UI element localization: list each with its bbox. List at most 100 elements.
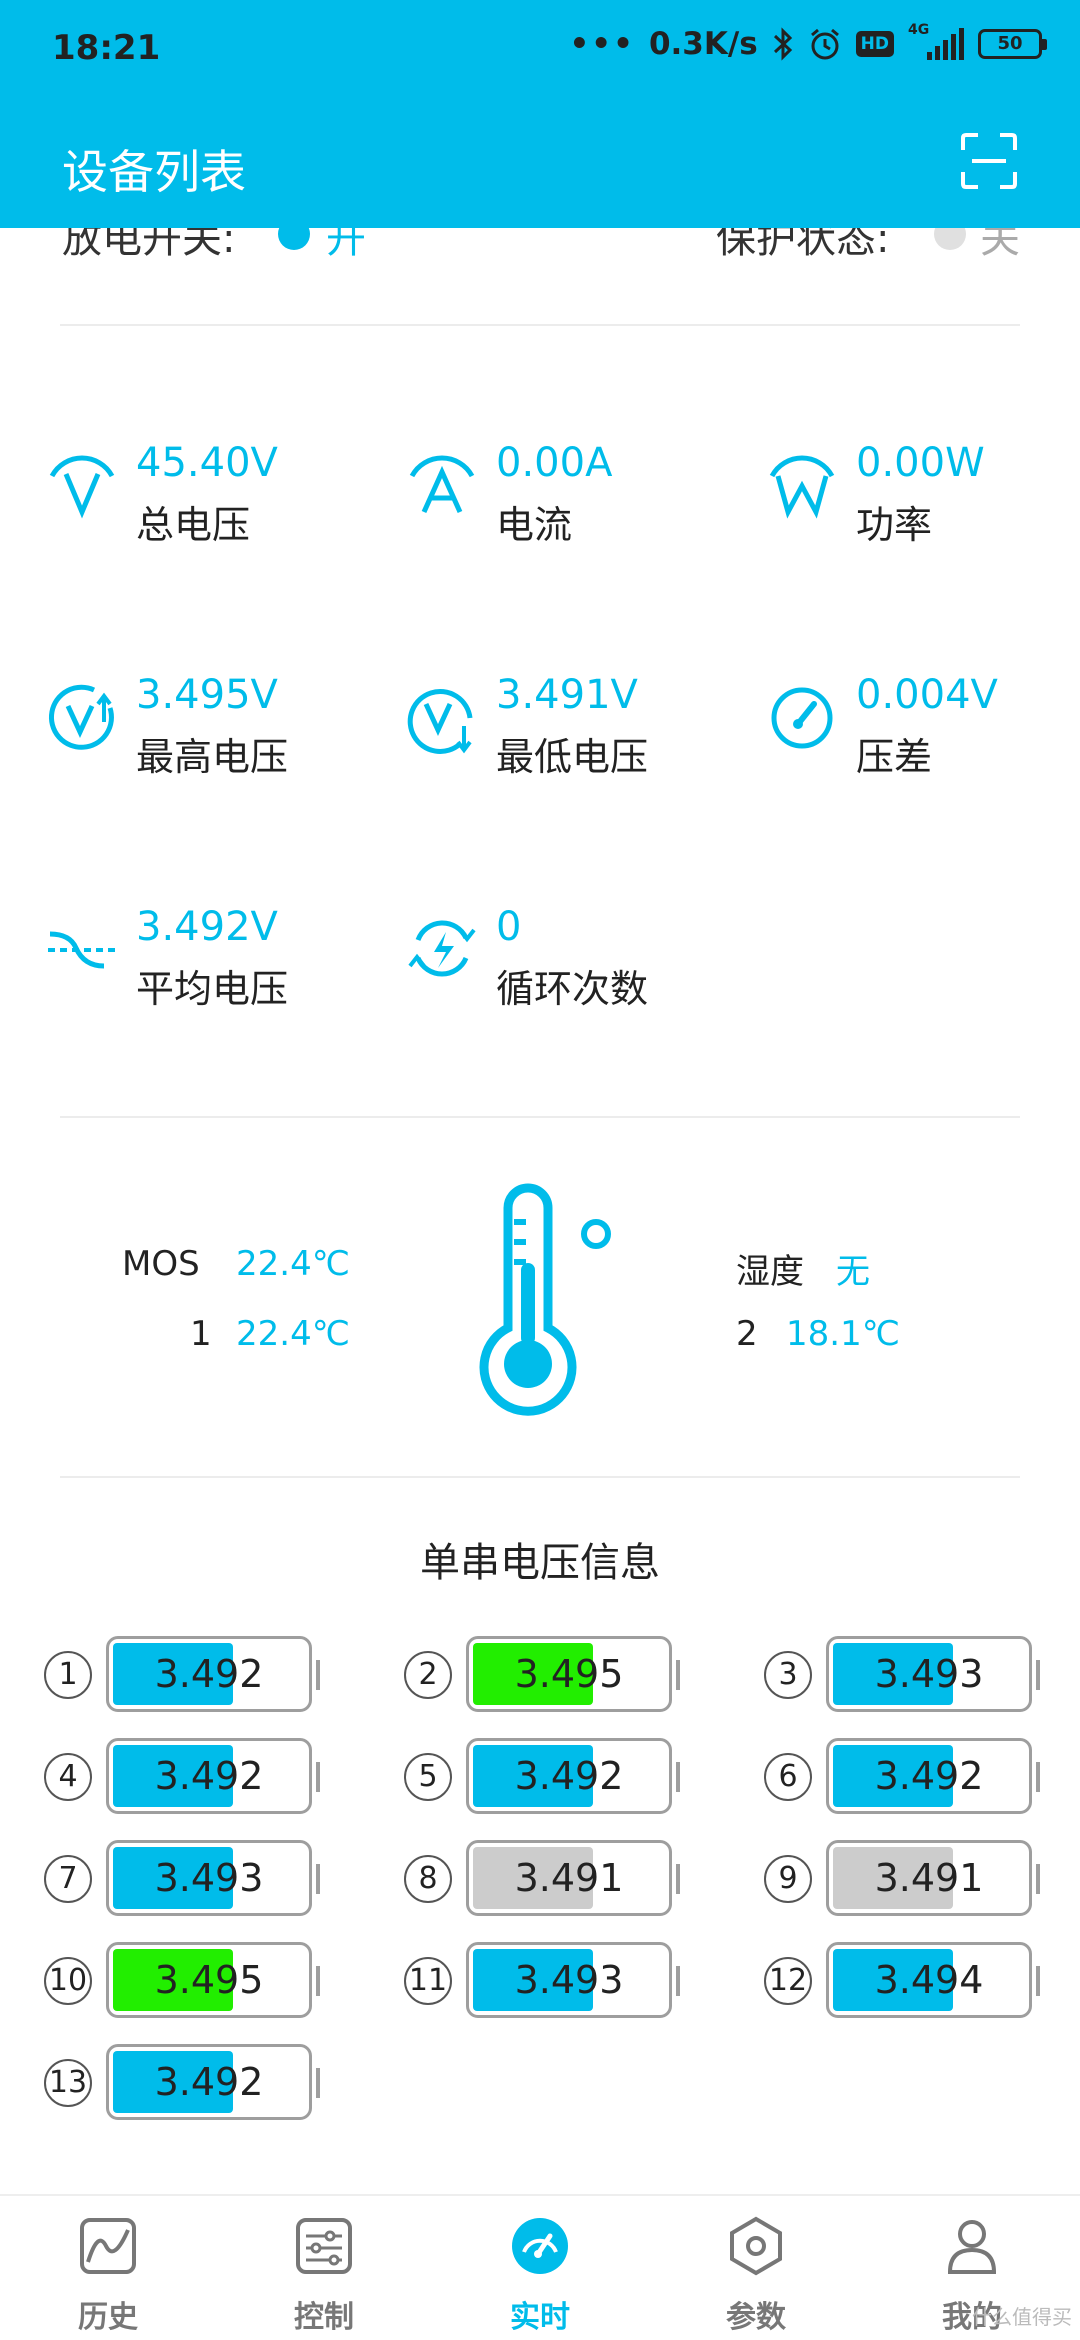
watermark: 什么值得买 <box>972 2305 1072 2329</box>
cell-voltage-item: 3 3.493 <box>764 1636 1064 1714</box>
metric-max-voltage: 3.495V 最高电压 <box>44 672 374 792</box>
current-icon <box>409 455 475 514</box>
cell-voltage-value: 3.491 <box>874 1856 984 1900</box>
cell-number: 12 <box>764 1957 812 2005</box>
metric-avg-voltage: 3.492V 平均电压 <box>44 904 374 1024</box>
hexagon-nut-icon <box>730 2216 782 2276</box>
cell-battery-tip <box>1036 1762 1040 1792</box>
cell-number: 1 <box>44 1651 92 1699</box>
temp-sensor-1-label: 1 <box>190 1314 212 1354</box>
cell-voltage-value: 3.495 <box>514 1652 624 1696</box>
cell-number: 4 <box>44 1753 92 1801</box>
cell-voltage-value: 3.494 <box>874 1958 984 2002</box>
metric-min-voltage: 3.491V 最低电压 <box>404 672 734 792</box>
cell-voltage-item: 5 3.492 <box>404 1738 704 1816</box>
voltage-icon <box>49 455 115 519</box>
cell-voltage-item: 8 3.491 <box>404 1840 704 1918</box>
cell-number: 6 <box>764 1753 812 1801</box>
mos-temp-value: 22.4℃ <box>236 1244 350 1284</box>
cell-battery: 3.493 <box>106 1840 312 1916</box>
cell-number: 3 <box>764 1651 812 1699</box>
cell-battery: 3.492 <box>826 1738 1032 1814</box>
temp-sensor-1-value: 22.4℃ <box>236 1314 350 1354</box>
alarm-clock-icon <box>810 28 839 60</box>
cell-number: 8 <box>404 1855 452 1903</box>
cell-voltage-item: 12 3.494 <box>764 1942 1064 2020</box>
cell-battery: 3.495 <box>106 1942 312 2018</box>
humidity-value: 无 <box>836 1252 870 1292</box>
signal-icon: 4G <box>908 22 964 62</box>
cell-voltage-item: 9 3.491 <box>764 1840 1064 1918</box>
cell-battery: 3.495 <box>466 1636 672 1712</box>
cycle-icon <box>408 920 476 977</box>
nav-history[interactable]: 历史 <box>0 2196 216 2340</box>
metric-current: 0.00A 电流 <box>404 440 734 560</box>
user-icon <box>947 2220 997 2274</box>
cell-voltage-item: 6 3.492 <box>764 1738 1064 1816</box>
cell-voltage-item: 11 3.493 <box>404 1942 704 2020</box>
bluetooth-icon <box>773 27 792 61</box>
cell-voltage-item: 10 3.495 <box>44 1942 344 2020</box>
cell-voltage-title: 单串电压信息 <box>420 1540 660 1586</box>
cell-battery: 3.492 <box>106 2044 312 2120</box>
cell-voltage-value: 3.492 <box>514 1754 624 1798</box>
scan-icon[interactable] <box>960 132 1018 190</box>
dashboard-icon <box>512 2218 568 2274</box>
cell-voltage-value: 3.495 <box>154 1958 264 2002</box>
gauge-icon <box>771 687 833 749</box>
cell-voltage-item: 7 3.493 <box>44 1840 344 1918</box>
metric-cycle-count: 0 循环次数 <box>404 904 734 1024</box>
cell-number: 11 <box>404 1957 452 2005</box>
status-time: 18:21 <box>52 28 161 68</box>
cell-battery-tip <box>1036 1966 1040 1996</box>
cell-battery: 3.491 <box>466 1840 672 1916</box>
cell-battery: 3.493 <box>826 1636 1032 1712</box>
metric-total-voltage: 45.40V 总电压 <box>44 440 374 560</box>
page-title: 设备列表 <box>62 145 246 199</box>
avg-voltage-icon <box>48 931 116 969</box>
temp-sensor-2-value: 18.1℃ <box>786 1314 900 1354</box>
hd-badge: HD <box>855 31 894 57</box>
bottom-nav: 历史 控制 实时 参数 我的 什么值得买 <box>0 2194 1080 2340</box>
cell-battery: 3.493 <box>466 1942 672 2018</box>
cell-voltage-value: 3.492 <box>874 1754 984 1798</box>
cell-battery-tip <box>1036 1660 1040 1690</box>
cell-number: 2 <box>404 1651 452 1699</box>
cell-voltage-item: 2 3.495 <box>404 1636 704 1714</box>
network-speed: 0.3K/s <box>648 26 758 62</box>
max-voltage-icon <box>48 684 114 750</box>
humidity-label: 湿度 <box>736 1252 804 1292</box>
cell-battery: 3.492 <box>466 1738 672 1814</box>
cell-voltage-value: 3.493 <box>514 1958 624 2002</box>
mos-temp-label: MOS <box>122 1244 200 1284</box>
cell-voltage-item: 13 3.492 <box>44 2044 344 2122</box>
min-voltage-icon <box>407 689 473 754</box>
app-bar: 18:21 ••• 0.3K/s HD 4G 50 设备列表 <box>0 0 1080 228</box>
cell-battery-tip <box>316 1762 320 1792</box>
thermometer-icon <box>479 1183 611 1416</box>
history-chart-icon <box>80 2218 136 2274</box>
nav-control[interactable]: 控制 <box>216 2196 432 2340</box>
cell-battery-tip <box>316 2068 320 2098</box>
battery-icon: 50 <box>978 29 1047 59</box>
cell-battery-tip <box>676 1864 680 1894</box>
nav-params[interactable]: 参数 <box>648 2196 864 2340</box>
cell-voltage-value: 3.493 <box>874 1652 984 1696</box>
cell-battery-tip <box>316 1660 320 1690</box>
cell-number: 5 <box>404 1753 452 1801</box>
cell-voltage-value: 3.491 <box>514 1856 624 1900</box>
more-dots-icon: ••• <box>569 26 635 62</box>
status-bar: 18:21 ••• 0.3K/s HD 4G 50 <box>0 0 1080 96</box>
cell-voltage-item: 4 3.492 <box>44 1738 344 1816</box>
cell-battery: 3.492 <box>106 1738 312 1814</box>
metric-power: 0.00W 功率 <box>764 440 1080 560</box>
cell-battery-tip <box>1036 1864 1040 1894</box>
cell-battery-tip <box>676 1660 680 1690</box>
temp-sensor-2-label: 2 <box>736 1314 758 1354</box>
cell-voltage-item: 1 3.492 <box>44 1636 344 1714</box>
nav-realtime[interactable]: 实时 <box>432 2196 648 2340</box>
cell-number: 9 <box>764 1855 812 1903</box>
cell-number: 13 <box>44 2059 92 2107</box>
divider <box>60 324 1020 326</box>
cell-battery: 3.491 <box>826 1840 1032 1916</box>
